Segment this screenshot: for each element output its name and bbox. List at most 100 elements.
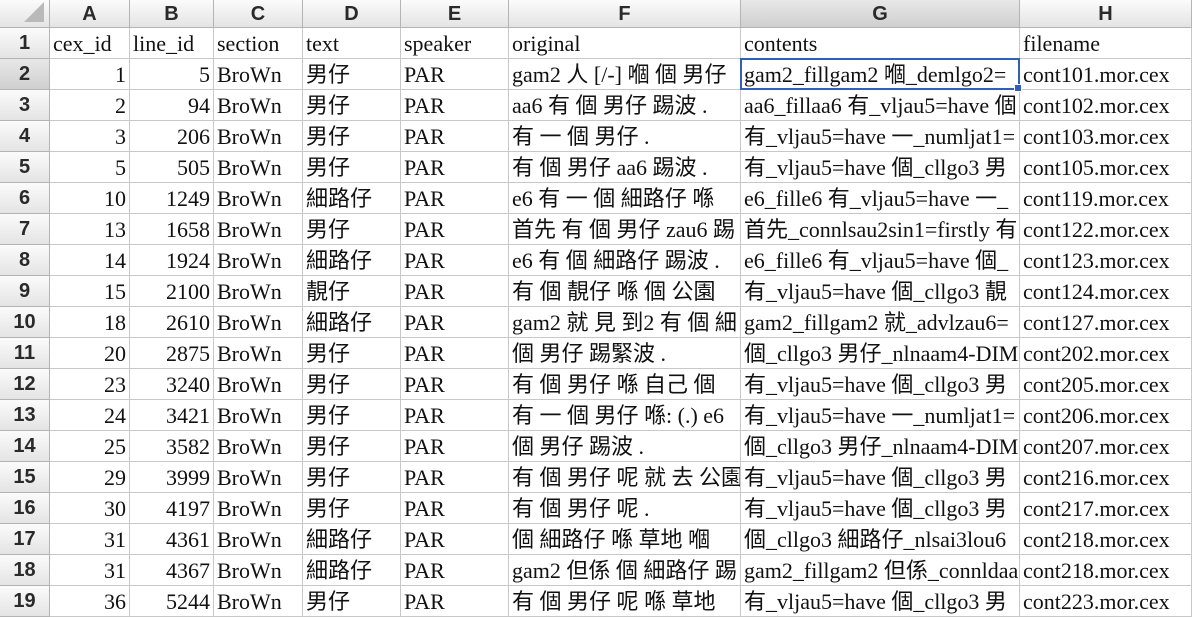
table-cell[interactable]: cont223.mor.cex [1020, 586, 1192, 617]
table-cell[interactable]: 1924 [130, 245, 214, 276]
table-cell[interactable]: aa6_fillaa6 有_vljau5=have 個 [741, 90, 1020, 121]
table-cell[interactable]: PAR [401, 276, 509, 307]
row-header-16[interactable]: 16 [0, 493, 50, 524]
table-cell[interactable]: 細路仔 [303, 245, 401, 276]
table-cell[interactable]: 1 [50, 59, 130, 90]
table-cell[interactable]: gam2 但係 個 細路仔 踢 [509, 555, 741, 586]
table-cell[interactable]: 94 [130, 90, 214, 121]
table-cell[interactable]: 有_vljau5=have 個_cllgo3 男 [741, 369, 1020, 400]
table-cell[interactable]: gam2_fillgam2 但係_connldaa [741, 555, 1020, 586]
table-cell[interactable]: 206 [130, 121, 214, 152]
table-cell[interactable]: e6_fille6 有_vljau5=have 個_ [741, 245, 1020, 276]
table-cell[interactable]: 30 [50, 493, 130, 524]
column-title-cell[interactable]: cex_id [50, 28, 130, 59]
column-header-f[interactable]: F [509, 0, 741, 28]
table-cell[interactable]: PAR [401, 431, 509, 462]
table-cell[interactable]: 31 [50, 524, 130, 555]
table-cell[interactable]: gam2 就 見 到2 有 個 細 [509, 307, 741, 338]
table-cell[interactable]: 3240 [130, 369, 214, 400]
row-header-4[interactable]: 4 [0, 121, 50, 152]
table-cell[interactable]: 4367 [130, 555, 214, 586]
table-cell[interactable]: BroWn [214, 338, 303, 369]
table-cell[interactable]: PAR [401, 462, 509, 493]
table-cell[interactable]: 29 [50, 462, 130, 493]
row-header-10[interactable]: 10 [0, 307, 50, 338]
table-cell[interactable]: cont217.mor.cex [1020, 493, 1192, 524]
table-cell[interactable]: 有 個 靚仔 喺 個 公園 [509, 276, 741, 307]
table-cell[interactable]: PAR [401, 369, 509, 400]
table-cell[interactable]: 個_cllgo3 男仔_nlnaam4-DIM [741, 338, 1020, 369]
column-title-cell[interactable]: filename [1020, 28, 1192, 59]
table-cell[interactable]: BroWn [214, 369, 303, 400]
table-cell[interactable]: BroWn [214, 462, 303, 493]
table-cell[interactable]: BroWn [214, 493, 303, 524]
table-cell[interactable]: BroWn [214, 183, 303, 214]
table-cell[interactable]: gam2_fillgam2 就_advlzau6= [741, 307, 1020, 338]
row-header-18[interactable]: 18 [0, 555, 50, 586]
table-cell[interactable]: PAR [401, 152, 509, 183]
row-header-3[interactable]: 3 [0, 90, 50, 121]
table-cell[interactable]: PAR [401, 400, 509, 431]
row-header-13[interactable]: 13 [0, 400, 50, 431]
select-all-corner[interactable] [0, 0, 50, 28]
table-cell[interactable]: cont103.mor.cex [1020, 121, 1192, 152]
table-cell[interactable]: cont101.mor.cex [1020, 59, 1192, 90]
row-header-2[interactable]: 2 [0, 59, 50, 90]
table-cell[interactable]: BroWn [214, 152, 303, 183]
row-header-12[interactable]: 12 [0, 369, 50, 400]
table-cell[interactable]: BroWn [214, 59, 303, 90]
table-cell[interactable]: PAR [401, 90, 509, 121]
table-cell[interactable]: cont122.mor.cex [1020, 214, 1192, 245]
column-title-cell[interactable]: speaker [401, 28, 509, 59]
table-cell[interactable]: BroWn [214, 245, 303, 276]
table-cell[interactable]: 男仔 [303, 400, 401, 431]
table-cell[interactable]: 31 [50, 555, 130, 586]
table-cell[interactable]: 個 男仔 踢波 . [509, 431, 741, 462]
column-header-h[interactable]: H [1020, 0, 1192, 28]
table-cell[interactable]: PAR [401, 214, 509, 245]
table-cell[interactable]: 1249 [130, 183, 214, 214]
column-header-c[interactable]: C [214, 0, 303, 28]
table-cell[interactable]: cont207.mor.cex [1020, 431, 1192, 462]
row-header-8[interactable]: 8 [0, 245, 50, 276]
table-cell[interactable]: BroWn [214, 276, 303, 307]
table-cell[interactable]: 3999 [130, 462, 214, 493]
table-cell[interactable]: BroWn [214, 214, 303, 245]
table-cell[interactable]: PAR [401, 493, 509, 524]
table-cell[interactable]: 男仔 [303, 214, 401, 245]
table-cell[interactable]: BroWn [214, 121, 303, 152]
table-cell[interactable]: 36 [50, 586, 130, 617]
row-header-14[interactable]: 14 [0, 431, 50, 462]
table-cell[interactable]: 25 [50, 431, 130, 462]
table-cell[interactable]: 13 [50, 214, 130, 245]
table-cell[interactable]: cont124.mor.cex [1020, 276, 1192, 307]
table-cell[interactable]: PAR [401, 121, 509, 152]
column-title-cell[interactable]: line_id [130, 28, 214, 59]
table-cell[interactable]: 20 [50, 338, 130, 369]
row-header-6[interactable]: 6 [0, 183, 50, 214]
table-cell[interactable]: PAR [401, 307, 509, 338]
table-cell[interactable]: 5 [130, 59, 214, 90]
column-header-d[interactable]: D [303, 0, 401, 28]
table-cell[interactable]: 個_cllgo3 細路仔_nlsai3lou6 [741, 524, 1020, 555]
table-cell[interactable]: cont127.mor.cex [1020, 307, 1192, 338]
table-cell[interactable]: 男仔 [303, 90, 401, 121]
table-cell[interactable]: 有 個 男仔 呢 就 去 公園 [509, 462, 741, 493]
row-header-5[interactable]: 5 [0, 152, 50, 183]
table-cell[interactable]: BroWn [214, 307, 303, 338]
table-cell[interactable]: BroWn [214, 431, 303, 462]
table-cell[interactable]: cont206.mor.cex [1020, 400, 1192, 431]
column-header-g[interactable]: G [741, 0, 1020, 28]
table-cell[interactable]: 2 [50, 90, 130, 121]
table-cell[interactable]: 細路仔 [303, 307, 401, 338]
table-cell[interactable]: 23 [50, 369, 130, 400]
table-cell[interactable]: 靚仔 [303, 276, 401, 307]
table-cell[interactable]: 有 個 男仔 喺 自己 個 [509, 369, 741, 400]
table-cell[interactable]: 男仔 [303, 121, 401, 152]
table-cell[interactable]: cont105.mor.cex [1020, 152, 1192, 183]
column-title-cell[interactable]: section [214, 28, 303, 59]
table-cell[interactable]: 5244 [130, 586, 214, 617]
column-title-cell[interactable]: contents [741, 28, 1020, 59]
table-cell[interactable]: PAR [401, 183, 509, 214]
table-cell[interactable]: 男仔 [303, 431, 401, 462]
